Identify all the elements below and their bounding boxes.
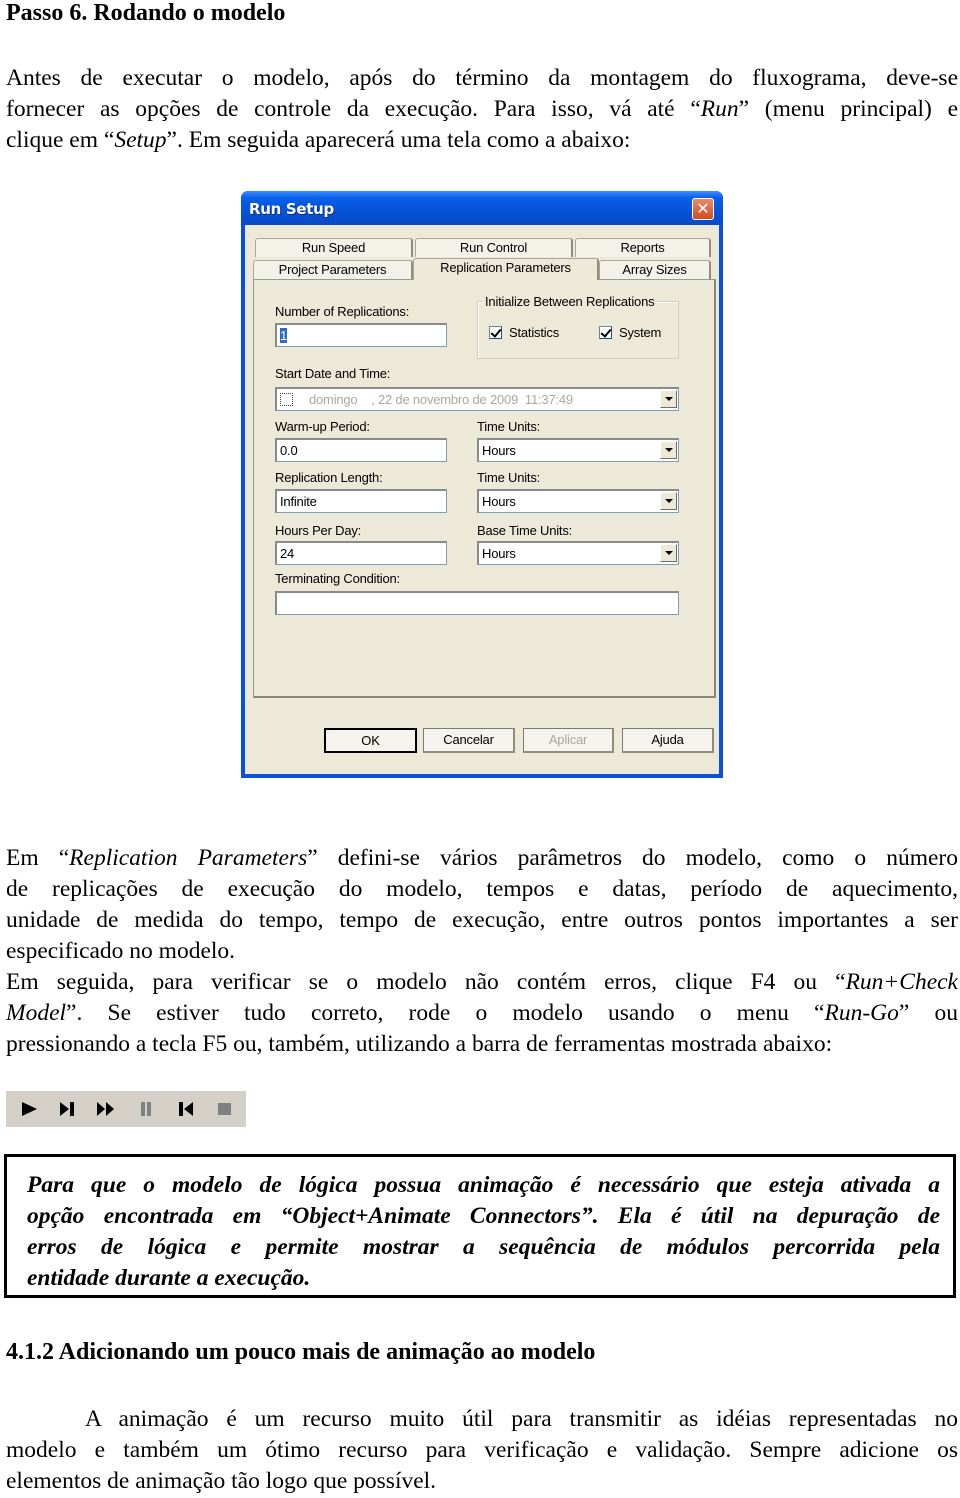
tab-run-control[interactable]: Run Control — [415, 238, 573, 257]
chevron-down-icon[interactable] — [660, 390, 677, 408]
run-setup-dialog: Run Setup ✕ Run Speed Run Control Report… — [241, 191, 723, 778]
fast-forward-icon[interactable] — [96, 1101, 116, 1117]
hours-per-day-label: Hours Per Day: — [275, 523, 362, 538]
tab-reports[interactable]: Reports — [575, 238, 711, 257]
replication-parameters-paragraph: Em “Replication Parameters” defini-se vá… — [6, 845, 958, 1057]
number-of-replications-input[interactable]: 1 — [275, 323, 447, 347]
initialize-group-title: Initialize Between Replications — [483, 294, 657, 309]
statistics-checkbox[interactable] — [489, 326, 502, 339]
dialog-client: Run Speed Run Control Reports Project Pa… — [245, 225, 719, 774]
intro-line-3: clique em “Setup”. Em seguida aparecerá … — [6, 127, 631, 153]
terminating-condition-label: Terminating Condition: — [275, 571, 400, 586]
intro-paragraph: Antes de executar o modelo, após do térm… — [6, 63, 958, 156]
section-heading: 4.1.2 Adicionando um pouco mais de anima… — [6, 1339, 596, 1365]
pause-icon[interactable] — [136, 1101, 156, 1117]
warmup-time-units-label: Time Units: — [477, 419, 541, 434]
apply-button[interactable]: Aplicar — [523, 728, 614, 753]
go-icon[interactable] — [20, 1101, 40, 1117]
system-checkbox[interactable] — [599, 326, 612, 339]
start-date-picker[interactable]: domingo , 22 de novembro de 2009 11:37:4… — [275, 387, 679, 411]
close-icon[interactable]: ✕ — [692, 198, 714, 220]
tab-replication-parameters[interactable]: Replication Parameters — [413, 258, 599, 280]
dialog-title: Run Setup — [249, 200, 334, 218]
warmup-time-units-select[interactable]: Hours — [477, 438, 679, 462]
start-over-icon[interactable] — [176, 1101, 196, 1117]
statistics-label: Statistics — [509, 325, 560, 340]
replication-length-input[interactable]: Infinite — [275, 489, 447, 513]
chevron-down-icon[interactable] — [660, 492, 677, 510]
cancel-button[interactable]: Cancelar — [423, 728, 515, 753]
tab-project-parameters[interactable]: Project Parameters — [253, 260, 413, 280]
system-label: System — [619, 325, 662, 340]
start-date-label: Start Date and Time: — [275, 366, 391, 381]
intro-line-2: fornecer as opções de controle da execuç… — [6, 96, 959, 122]
chevron-down-icon[interactable] — [660, 544, 677, 562]
warmup-period-input[interactable]: 0.0 — [275, 438, 447, 462]
note-text: Para que o modelo de lógica possua anima… — [27, 1172, 940, 1291]
warmup-period-label: Warm-up Period: — [275, 419, 370, 434]
tab-array-sizes[interactable]: Array Sizes — [599, 260, 711, 280]
length-time-units-select[interactable]: Hours — [477, 489, 679, 513]
base-time-units-select[interactable]: Hours — [477, 541, 679, 565]
length-time-units-label: Time Units: — [477, 470, 541, 485]
help-button[interactable]: Ajuda — [622, 728, 714, 753]
end-icon[interactable] — [214, 1101, 234, 1117]
run-toolbar — [6, 1091, 246, 1127]
hours-per-day-input[interactable]: 24 — [275, 541, 447, 565]
replication-length-label: Replication Length: — [275, 470, 383, 485]
dialog-titlebar[interactable]: Run Setup ✕ — [241, 191, 723, 225]
ok-button[interactable]: OK — [324, 728, 417, 753]
step-icon[interactable] — [58, 1101, 78, 1117]
start-date-checkbox[interactable] — [280, 393, 293, 406]
tab-run-speed[interactable]: Run Speed — [255, 238, 413, 257]
intro-line-1: Antes de executar o modelo, após do térm… — [6, 65, 958, 91]
number-of-replications-label: Number of Replications: — [275, 304, 410, 319]
chevron-down-icon[interactable] — [660, 441, 677, 459]
page-heading: Passo 6. Rodando o modelo — [6, 0, 286, 26]
terminating-condition-input[interactable] — [275, 591, 679, 615]
closing-paragraph: A animação é um recurso muito útil para … — [6, 1406, 958, 1494]
base-time-units-label: Base Time Units: — [477, 523, 573, 538]
note-box: Para que o modelo de lógica possua anima… — [4, 1154, 956, 1298]
